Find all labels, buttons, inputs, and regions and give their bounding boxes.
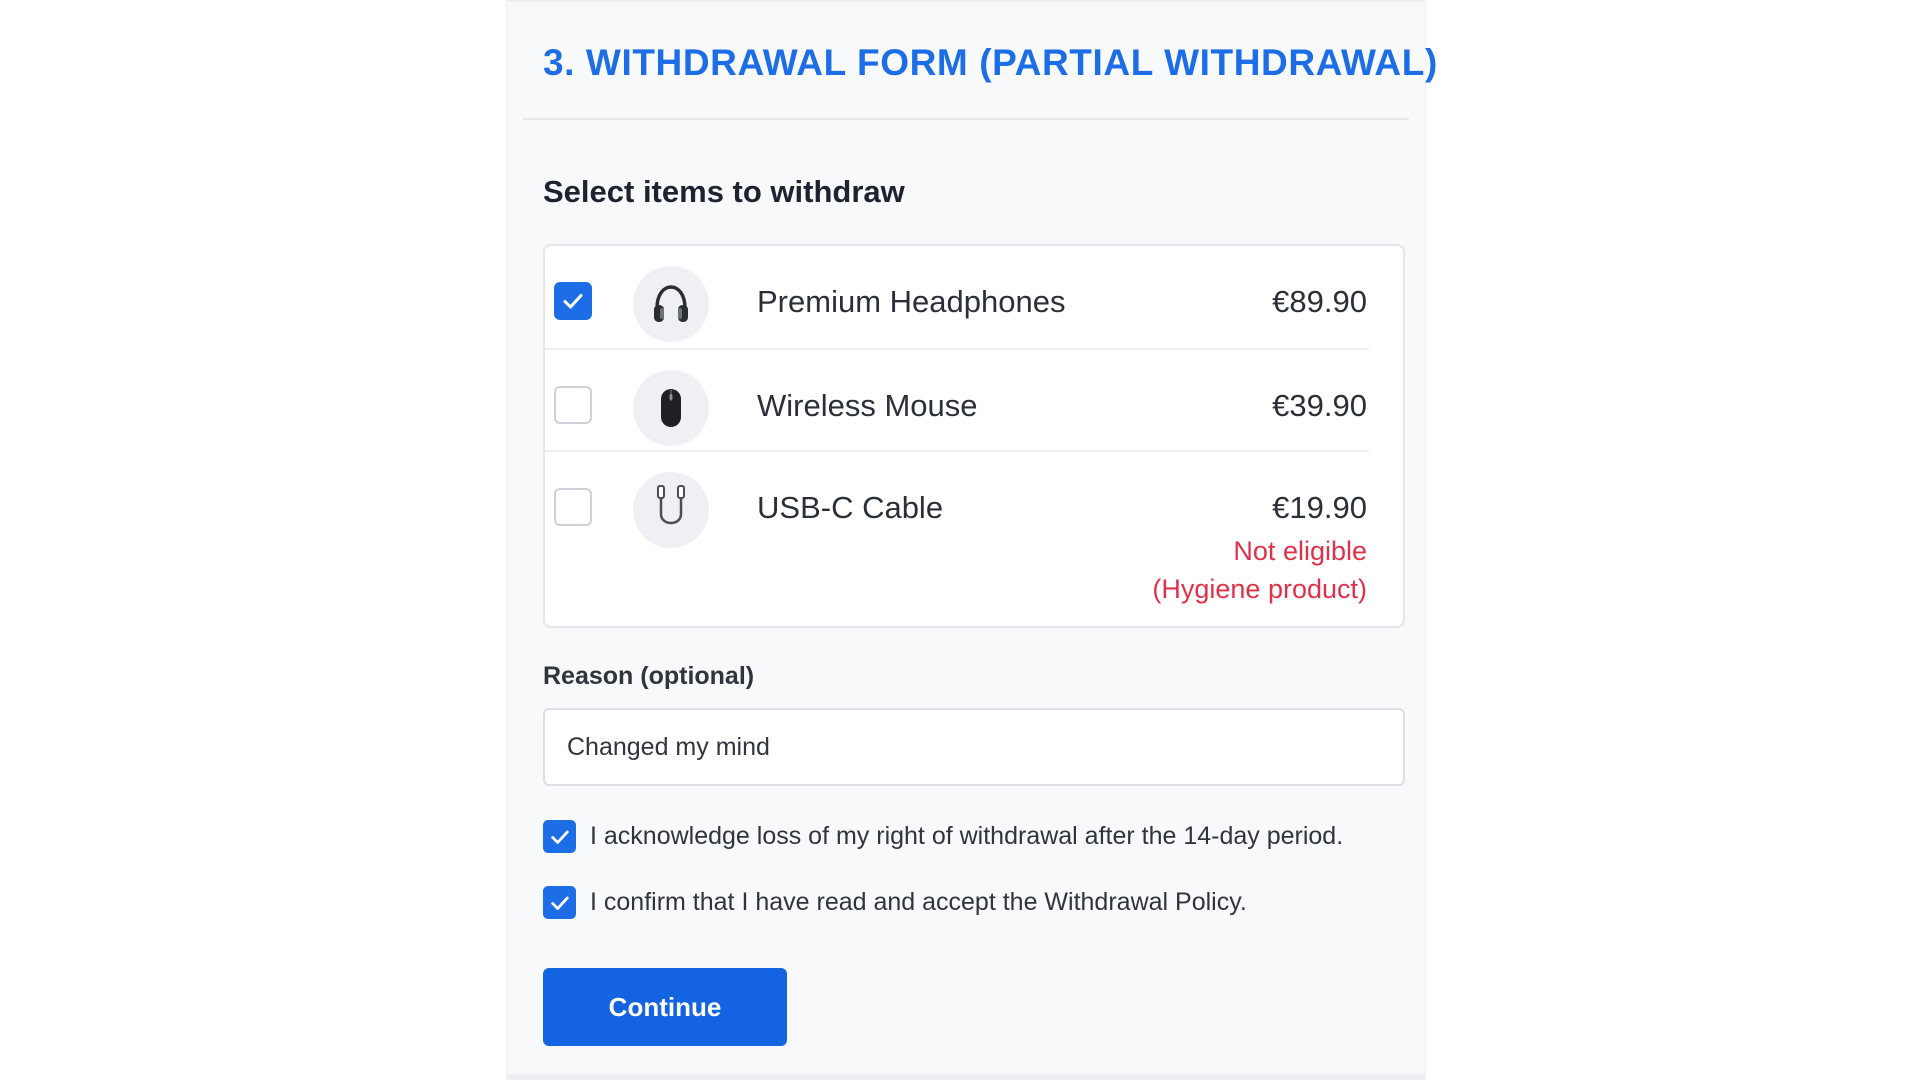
item-name: Premium Headphones <box>757 284 1066 319</box>
cable-icon <box>633 472 709 548</box>
panel-bottom-divider <box>507 1074 1425 1080</box>
item-price: €89.90 <box>1272 284 1367 319</box>
accept-policy-row: I confirm that I have read and accept th… <box>543 886 1247 919</box>
item-price: €19.90 <box>1272 490 1367 525</box>
withdrawal-form-panel: 3. WITHDRAWAL FORM (PARTIAL WITHDRAWAL) … <box>506 0 1437 1080</box>
checkmark-icon <box>550 896 569 910</box>
form-header: 3. WITHDRAWAL FORM (PARTIAL WITHDRAWAL) <box>543 30 1437 96</box>
item-checkbox-cable[interactable] <box>554 488 592 526</box>
item-checkbox-mouse[interactable] <box>554 386 592 424</box>
ineligible-notice: Not eligible (Hygiene product) <box>1152 532 1367 608</box>
reason-input[interactable] <box>543 708 1405 786</box>
item-name: Wireless Mouse <box>757 388 978 423</box>
list-item: USB-C Cable €19.90 Not eligible (Hygiene… <box>545 452 1403 628</box>
form-title: 3. WITHDRAWAL FORM (PARTIAL WITHDRAWAL) <box>543 42 1438 83</box>
item-price: €39.90 <box>1272 388 1367 423</box>
list-item: Wireless Mouse €39.90 <box>545 350 1403 452</box>
acknowledge-withdrawal-checkbox[interactable] <box>543 820 576 853</box>
checkmark-icon <box>563 294 583 309</box>
page: 3. WITHDRAWAL FORM (PARTIAL WITHDRAWAL) … <box>0 0 1920 1080</box>
item-name: USB-C Cable <box>757 490 944 525</box>
list-item: Premium Headphones €89.90 <box>545 246 1403 350</box>
section-title: Select items to withdraw <box>543 174 905 209</box>
accept-policy-label: I confirm that I have read and accept th… <box>590 888 1247 916</box>
headphones-icon <box>633 266 709 342</box>
header-divider <box>523 118 1409 120</box>
continue-button[interactable]: Continue <box>543 968 787 1046</box>
ineligible-reason: (Hygiene product) <box>1152 574 1367 604</box>
mouse-icon <box>633 370 709 446</box>
ineligible-status: Not eligible <box>1233 536 1367 566</box>
panel-top-divider <box>507 0 1425 2</box>
items-list: Premium Headphones €89.90 Wireless Mouse… <box>543 244 1405 628</box>
accept-policy-checkbox[interactable] <box>543 886 576 919</box>
item-checkbox-headphones[interactable] <box>554 282 592 320</box>
acknowledge-withdrawal-row: I acknowledge loss of my right of withdr… <box>543 820 1343 853</box>
checkmark-icon <box>550 830 569 844</box>
acknowledge-withdrawal-label: I acknowledge loss of my right of withdr… <box>590 822 1344 850</box>
reason-label: Reason (optional) <box>543 662 755 690</box>
